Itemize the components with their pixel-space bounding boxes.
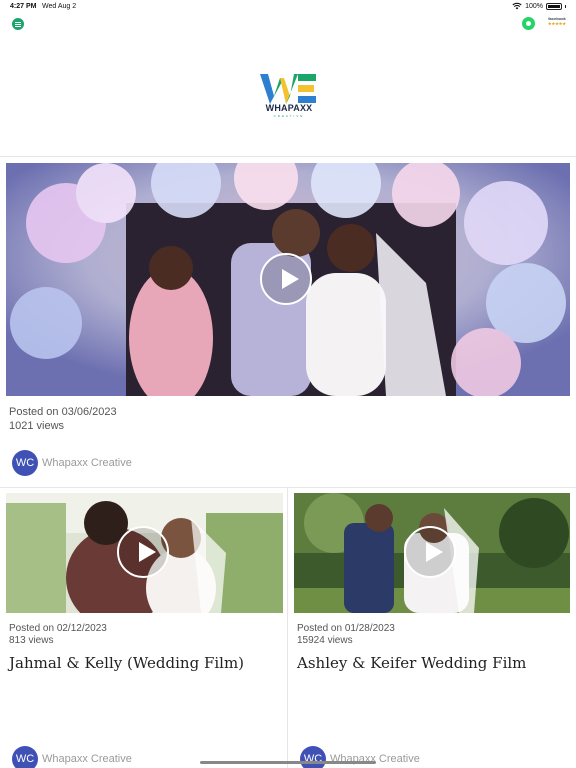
status-bar: 4:27 PM Wed Aug 2 100% bbox=[0, 0, 576, 14]
post-card[interactable]: Posted on 01/28/2023 15924 views Ashley … bbox=[288, 488, 576, 768]
wifi-icon bbox=[512, 2, 522, 10]
whapaxx-logo: WHAPAXX CREATIVE bbox=[258, 74, 320, 118]
play-button[interactable] bbox=[117, 526, 169, 578]
video-thumbnail[interactable] bbox=[294, 493, 570, 613]
battery-tip bbox=[565, 4, 566, 8]
featured-video-thumbnail[interactable] bbox=[6, 163, 570, 396]
play-button[interactable] bbox=[404, 526, 456, 578]
play-button[interactable] bbox=[260, 253, 312, 305]
view-count: 15924 views bbox=[297, 635, 353, 646]
view-count: 813 views bbox=[9, 635, 54, 646]
post-author[interactable]: WC Whapaxx Creative bbox=[12, 746, 132, 768]
author-avatar: WC bbox=[300, 746, 326, 768]
featured-posted-date: Posted on 03/06/2023 bbox=[9, 406, 117, 418]
logo-wordmark: WHAPAXX bbox=[265, 103, 313, 113]
post-title[interactable]: Ashley & Keifer Wedding Film bbox=[297, 654, 526, 672]
battery-icon bbox=[546, 2, 562, 10]
star-rating-icon: ★★★★★ bbox=[548, 21, 566, 26]
status-time: 4:27 PM bbox=[10, 3, 37, 10]
author-avatar: WC bbox=[12, 450, 38, 476]
menu-icon bbox=[15, 21, 21, 27]
battery-percent: 100% bbox=[525, 2, 543, 10]
logo-subtitle: CREATIVE bbox=[273, 114, 305, 118]
author-avatar: WC bbox=[12, 746, 38, 768]
featured-post-card[interactable]: Posted on 03/06/2023 1021 views WC Whapa… bbox=[0, 157, 576, 487]
post-title[interactable]: Jahmal & Kelly (Wedding Film) bbox=[9, 654, 244, 672]
home-indicator[interactable] bbox=[200, 761, 376, 764]
menu-button[interactable] bbox=[12, 18, 24, 30]
status-right: 100% bbox=[512, 2, 566, 10]
post-card[interactable]: Posted on 02/12/2023 813 views Jahmal & … bbox=[0, 488, 287, 768]
author-name: Whapaxx Creative bbox=[42, 457, 132, 469]
whatsapp-icon bbox=[526, 21, 531, 26]
post-author[interactable]: WC Whapaxx Creative bbox=[300, 746, 420, 768]
status-date: Wed Aug 2 bbox=[42, 3, 77, 10]
whatsapp-button[interactable] bbox=[522, 17, 535, 30]
we-logo-mark bbox=[260, 74, 316, 104]
video-thumbnail[interactable] bbox=[6, 493, 283, 613]
facebook-rating-button[interactable]: facebook ★★★★★ bbox=[546, 16, 568, 30]
posted-date: Posted on 01/28/2023 bbox=[297, 623, 395, 634]
featured-author[interactable]: WC Whapaxx Creative bbox=[12, 450, 132, 476]
featured-view-count: 1021 views bbox=[9, 420, 65, 432]
posted-date: Posted on 02/12/2023 bbox=[9, 623, 107, 634]
author-name: Whapaxx Creative bbox=[42, 753, 132, 765]
